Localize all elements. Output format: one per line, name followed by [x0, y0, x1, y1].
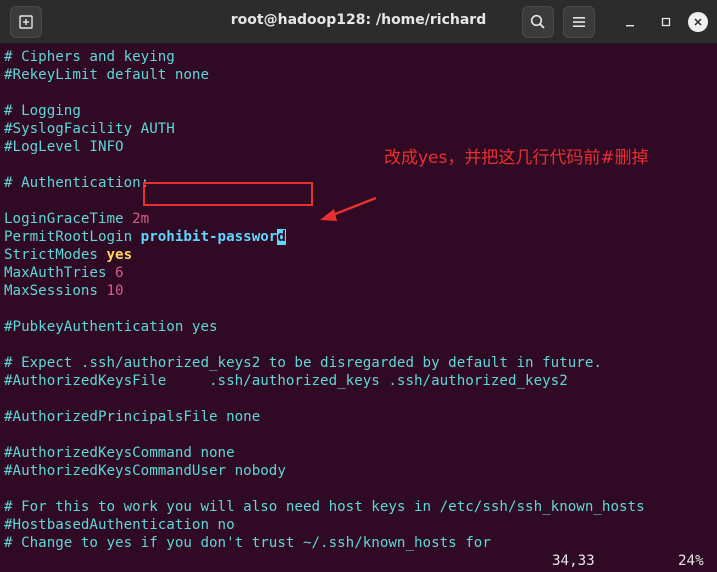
close-icon: [694, 18, 702, 26]
window-title: root@hadoop128: /home/richard: [230, 12, 487, 28]
code-line-permit-root-login: PermitRootLogin prohibit-password: [4, 228, 286, 246]
code-line: #AuthorizedKeysFile .ssh/authorized_keys…: [4, 373, 568, 389]
close-button[interactable]: [688, 12, 708, 32]
maximize-icon: [661, 17, 671, 27]
config-key: StrictModes: [4, 247, 107, 263]
config-value: 10: [106, 283, 124, 299]
hamburger-menu-icon: [573, 17, 585, 27]
config-value: yes: [106, 247, 133, 263]
search-button[interactable]: [522, 6, 554, 38]
code-line: # Expect .ssh/authorized_keys2 to be dis…: [4, 355, 602, 371]
config-key: LoginGraceTime: [4, 211, 133, 227]
code-line: # Logging: [4, 103, 81, 119]
code-line-strict-modes: StrictModes yes: [4, 246, 132, 264]
maximize-button[interactable]: [656, 12, 676, 32]
highlight-box: [143, 182, 313, 206]
code-line: #AuthorizedPrincipalsFile none: [4, 409, 261, 425]
scroll-percent: 24%: [678, 553, 704, 569]
code-line: #LogLevel INFO: [4, 139, 124, 155]
config-value: 2m: [132, 211, 150, 227]
config-key: MaxSessions: [4, 283, 107, 299]
code-line: #AuthorizedKeysCommand none: [4, 445, 235, 461]
code-line: #AuthorizedKeysCommandUser nobody: [4, 463, 286, 479]
code-line: # Ciphers and keying: [4, 49, 175, 65]
config-value: 6: [115, 265, 124, 281]
title-bar: root@hadoop128: /home/richard: [0, 0, 717, 44]
code-line: #SyslogFacility AUTH: [4, 121, 175, 137]
code-line-max-auth-tries: MaxAuthTries 6: [4, 264, 124, 282]
code-line: # Authentication:: [4, 175, 150, 191]
code-line: #HostbasedAuthentication no: [4, 517, 235, 533]
code-line: # Change to yes if you don't trust ~/.ss…: [4, 535, 491, 551]
code-line: # For this to work you will also need ho…: [4, 499, 645, 515]
minimize-button[interactable]: [620, 12, 640, 32]
cursor-position: 34,33: [552, 553, 595, 569]
code-line: #RekeyLimit default none: [4, 67, 209, 83]
annotation-arrow-icon: [320, 196, 377, 221]
code-line: #PubkeyAuthentication yes: [4, 319, 218, 335]
menu-button[interactable]: [563, 6, 595, 38]
terminal-area[interactable]: # Ciphers and keying #RekeyLimit default…: [0, 44, 717, 572]
config-value: prohibit-passwor: [140, 229, 278, 245]
text-cursor: d: [277, 229, 286, 245]
code-line-login-grace-time: LoginGraceTime 2m: [4, 210, 149, 228]
annotation-note: 改成yes，并把这几行代码前#删掉: [384, 148, 649, 168]
search-icon: [530, 14, 545, 29]
config-key: PermitRootLogin: [4, 229, 141, 245]
minimize-icon: [626, 25, 634, 27]
code-line-max-sessions: MaxSessions 10: [4, 282, 124, 300]
config-key: MaxAuthTries: [4, 265, 116, 281]
